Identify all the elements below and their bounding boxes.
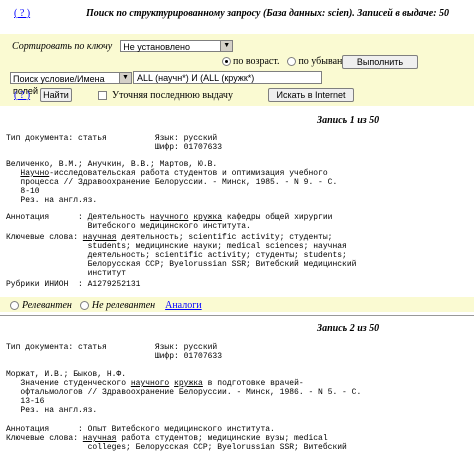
action-row: ( ? ) — [14, 90, 30, 101]
help-link[interactable]: ( ? ) — [14, 8, 30, 19]
sort-key-select[interactable]: Не установлено ▼ — [120, 40, 234, 52]
sort-row: Сортировать по ключу Не установлено ▼ — [12, 40, 234, 52]
highlight-term: научного — [150, 213, 189, 222]
run-sort-button[interactable]: Выполнить — [342, 55, 418, 69]
analogs-link[interactable]: Аналоги — [165, 300, 202, 311]
highlight-term: научная — [82, 233, 117, 242]
highlight-term: кружка — [193, 213, 223, 222]
sort-label: Сортировать по ключу — [12, 40, 113, 52]
highlight-term: кружка — [174, 379, 203, 388]
record-2-type: Тип документа: статья Язык: русский — [6, 343, 218, 352]
sort-asc-label: по возраст. — [233, 56, 280, 67]
record-2-title: Запись 2 из 50 — [317, 323, 380, 334]
internet-search-button[interactable]: Искать в Internet — [268, 88, 354, 102]
record-2-keywords: Ключевые слова: научная работа студентов… — [6, 434, 328, 443]
record-2-annotation: Аннотация : Опыт Витебского медицинского… — [6, 425, 275, 434]
query-input[interactable]: ALL (научн*) И (ALL (кружк*) — [133, 71, 322, 84]
record-1-keywords-3: деятельность; scientific activity; студе… — [6, 251, 347, 260]
record-2-title-line: Значение студенческого научного кружка в… — [6, 379, 304, 388]
highlight-term: научная — [82, 434, 117, 443]
record-1-authors: Величенко, В.М.; Анучкин, В.В.; Мартов, … — [6, 160, 218, 169]
record-1-title-line: Научно-исследовательская работа студенто… — [20, 169, 328, 178]
record-1-keywords-4: Белорусская ССР; Byelorussian SSR; Витеб… — [6, 260, 357, 269]
record-1-source: процесса // Здравоохранение Белоруссии. … — [6, 178, 338, 187]
search-panel: Сортировать по ключу Не установлено ▼ по… — [0, 34, 474, 106]
not-relevant-label: Не релевантен — [91, 300, 156, 311]
find-button[interactable]: Найти — [40, 88, 72, 102]
search-field-select[interactable]: Поиск условие/Имена полей ▼ — [10, 71, 132, 96]
query-row: Поиск условие/Имена полей ▼ ALL (научн*)… — [10, 71, 322, 96]
relevant-radio[interactable] — [10, 301, 19, 310]
sort-order-row: по возраст. по убыванию — [222, 56, 355, 67]
refine-row: Уточняя последнюю выдачу — [98, 90, 233, 101]
record-2-lang: Рез. на англ.яз. — [6, 406, 98, 415]
record-1-rubric: Рубрики ИНИОН : А1279252131 — [6, 280, 141, 289]
page-title: Поиск по структурированному запросу (Баз… — [86, 8, 450, 19]
record-2-source: офтальмологов // Здравоохранение Белорус… — [6, 388, 362, 397]
sort-asc-radio[interactable] — [222, 57, 231, 66]
refine-label: Уточняя последнюю выдачу — [112, 90, 233, 101]
record-2-keywords-2: colleges; Белорусская ССР; Byelorussian … — [6, 443, 347, 452]
record-2-authors: Моржат, И.В.; Быков, Н.Ф. — [6, 370, 127, 379]
record-1-keywords-2: students; медицинские науки; medical sci… — [6, 242, 347, 251]
sort-desc-radio[interactable] — [287, 57, 297, 66]
record-1-pages: 8-10 — [6, 187, 40, 196]
relevant-label: Релевантен — [22, 300, 72, 311]
highlight-term: Научно — [20, 169, 50, 178]
record-1-keywords: Ключевые слова: научная деятельность; sc… — [6, 233, 333, 242]
sort-key-value: Не установлено — [123, 42, 190, 52]
record-1-title: Запись 1 из 50 — [317, 115, 380, 126]
record-1-annotation: Аннотация : Деятельность научного кружка… — [6, 213, 333, 222]
divider — [0, 315, 474, 316]
relevance-bar: Релевантен Не релевантен Аналоги — [0, 297, 474, 312]
record-1-lang: Рез. на англ.яз. — [6, 196, 98, 205]
chevron-down-icon: ▼ — [119, 72, 131, 83]
record-1-code: Шифр: 01707633 — [6, 143, 223, 152]
record-2-pages: 13-16 — [6, 397, 45, 406]
record-2-code: Шифр: 01707633 — [6, 352, 223, 361]
record-1-annotation-cont: Витебского медицинского института. — [6, 222, 251, 231]
refine-checkbox[interactable] — [98, 91, 107, 100]
highlight-term: научного — [130, 379, 170, 388]
query-help-link[interactable]: ( ? ) — [14, 90, 30, 101]
chevron-down-icon: ▼ — [220, 41, 233, 51]
record-1-keywords-5: институт — [6, 269, 127, 278]
record-1-type: Тип документа: статья Язык: русский — [6, 134, 218, 143]
results-header: ( ? ) Поиск по структурированному запрос… — [0, 0, 474, 30]
not-relevant-radio[interactable] — [79, 301, 89, 310]
